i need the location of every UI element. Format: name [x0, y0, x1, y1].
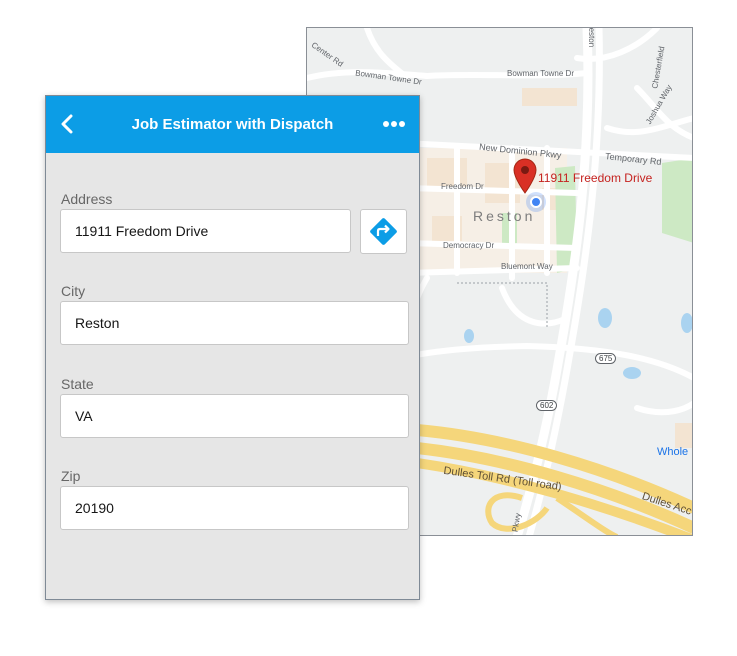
map-city-label: Reston	[473, 208, 536, 224]
state-field[interactable]: VA	[60, 394, 409, 438]
page-title: Job Estimator with Dispatch	[131, 116, 334, 133]
map-label-whole: Whole	[657, 446, 689, 458]
map-pin-label: 11911 Freedom Drive	[538, 171, 653, 185]
road-label-bluemont: Bluemont Way	[501, 262, 553, 271]
state-label: State	[61, 376, 94, 392]
city-label: City	[61, 283, 86, 299]
road-label-reston-top: Reston	[587, 27, 597, 48]
address-field[interactable]: 11911 Freedom Drive	[60, 209, 351, 253]
road-label-democracy-dr: Democracy Dr	[443, 241, 495, 250]
directions-icon	[370, 218, 397, 245]
zip-field[interactable]: 20190	[60, 486, 409, 530]
app-header: Job Estimator with Dispatch	[46, 96, 419, 153]
directions-button[interactable]	[360, 209, 407, 254]
map-pin-icon[interactable]	[512, 158, 538, 194]
more-horizontal-icon[interactable]	[383, 120, 405, 128]
road-label-freedom-dr: Freedom Dr	[441, 182, 484, 191]
route-shield-675: 675	[595, 353, 617, 364]
address-label: Address	[61, 191, 113, 207]
road-label-bowman-towne-2: Bowman Towne Dr	[507, 69, 574, 78]
route-shield-602: 602	[536, 400, 558, 411]
zip-label: Zip	[61, 468, 81, 484]
city-field[interactable]: Reston	[60, 301, 409, 345]
job-estimator-panel: Job Estimator with Dispatch Address 1191…	[45, 95, 420, 600]
